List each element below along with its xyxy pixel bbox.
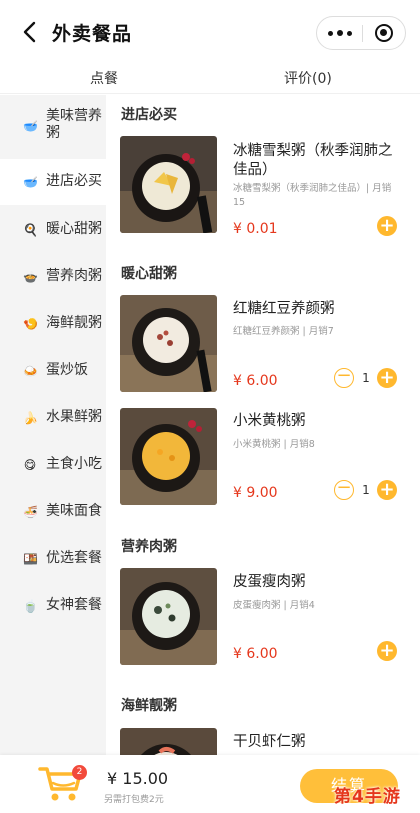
nav-bar: 外卖餐品 [0,0,420,64]
bento-icon: 🍱 [23,552,38,566]
product-list[interactable]: 进店必买 冰糖雪梨粥（秋季润肺之佳品） 冰糖雪梨粥（秋季润肺之佳品）| 月销15… [106,95,420,755]
product-price: ¥ 6.00 [233,646,278,662]
close-mini-program-button[interactable] [362,17,406,49]
product-image[interactable] [120,136,217,233]
sidebar-item-seafood-porridge[interactable]: 🍤 海鲜靓粥 [0,301,106,347]
more-dots-icon [336,30,343,36]
quantity-value: 1 [362,483,370,497]
add-to-cart-button[interactable]: + [377,480,397,500]
product-price: ¥ 9.00 [233,485,278,501]
chevron-left-icon [23,21,36,43]
sidebar-item-label: 海鲜靓粥 [46,315,102,331]
product-description: 皮蛋瘦肉粥 | 月销4 [233,600,315,611]
quantity-value: 1 [362,371,370,385]
product-image[interactable] [120,568,217,665]
yummy-face-icon: 😋 [23,458,37,472]
mini-program-capsule [316,16,406,50]
product-description: 小米黄桃粥 | 月销8 [233,439,315,450]
sidebar-item-must-buy[interactable]: 🥣 进店必买 [0,159,106,205]
more-button[interactable] [317,17,362,49]
sidebar-item-label: 进店必买 [46,173,102,189]
tab-bar: 点餐 评价(0) [0,64,420,94]
sidebar-item-label: 水果鲜粥 [46,409,102,425]
section-title: 营养肉粥 [121,539,177,555]
product-price: ¥ 0.01 [233,221,278,237]
product-name: 红糖红豆养颜粥 [233,301,335,317]
product-image[interactable] [120,728,217,755]
product-image[interactable] [120,295,217,392]
product-name: 冰糖雪梨粥（秋季润肺之佳品） [233,143,393,178]
sidebar-item-label: 主食小吃 [46,456,102,472]
sidebar-item-label: 蛋炒饭 [46,362,88,378]
sidebar-item-noodles[interactable]: 🍜 美味面食 [0,489,106,535]
sidebar-item-label: 美味营养粥 [46,108,102,141]
target-circle-icon [375,24,393,42]
sidebar-item-fried-rice[interactable]: 🍛 蛋炒饭 [0,348,106,394]
category-sidebar: 🥣 美味营养粥 🥣 进店必买 🍳 暖心甜粥 🍲 营养肉粥 🍤 海鲜靓粥 🍛 蛋炒… [0,95,106,755]
porridge-bowl-icon: 🥣 [23,175,38,189]
cart-count-badge: 2 [72,765,87,780]
sidebar-item-nutritious-porridge[interactable]: 🥣 美味营养粥 [0,95,106,155]
tea-cup-icon: 🍵 [23,599,38,613]
back-button[interactable] [18,18,44,46]
tab-reviews[interactable]: 评价(0) [284,68,332,88]
sidebar-item-sweet-porridge[interactable]: 🍳 暖心甜粥 [0,207,106,253]
pot-icon: 🍲 [23,270,38,284]
porridge-bowl-icon: 🥣 [23,119,38,133]
sidebar-item-label: 女神套餐 [46,597,102,613]
sidebar-item-goddess-combo[interactable]: 🍵 女神套餐 [0,583,106,629]
add-to-cart-button[interactable]: + [377,368,397,388]
add-to-cart-button[interactable]: + [377,641,397,661]
sidebar-item-snacks[interactable]: 😋 主食小吃 [0,442,106,488]
tab-order[interactable]: 点餐 [90,68,118,88]
sidebar-item-fruit-porridge[interactable]: 🍌 水果鲜粥 [0,395,106,441]
watermark: 第4手游 [334,787,401,807]
product-description: 冰糖雪梨粥（秋季润肺之佳品）| 月销15 [233,183,392,208]
egg-icon: 🍳 [23,223,38,237]
product-name: 小米黄桃粥 [233,413,306,429]
shrimp-icon: 🍤 [23,317,38,331]
product-name: 皮蛋瘦肉粥 [233,574,306,590]
sidebar-item-label: 暖心甜粥 [46,221,102,237]
section-title: 海鲜靓粥 [121,698,177,714]
sidebar-item-label: 营养肉粥 [46,268,102,284]
sidebar-item-combo[interactable]: 🍱 优选套餐 [0,536,106,582]
remove-from-cart-button[interactable]: − [334,367,354,388]
sidebar-item-label: 优选套餐 [46,550,102,566]
product-name: 干贝虾仁粥 [233,734,306,750]
page-title: 外卖餐品 [52,23,133,45]
cart-total: ¥ 15.00 [107,769,169,788]
more-dots-icon [327,30,333,36]
packing-fee-note: 另需打包费2元 [104,795,164,805]
noodle-bowl-icon: 🍜 [23,505,38,519]
product-description: 红糖红豆养颜粥 | 月销7 [233,326,334,337]
more-dots-icon [346,30,352,36]
remove-from-cart-button[interactable]: − [334,479,354,500]
sidebar-item-label: 美味面食 [46,503,102,519]
banana-icon: 🍌 [23,411,38,425]
sidebar-item-meat-porridge[interactable]: 🍲 营养肉粥 [0,254,106,300]
add-to-cart-button[interactable]: + [377,216,397,236]
section-title: 暖心甜粥 [121,266,177,282]
rice-plate-icon: 🍛 [23,364,38,378]
product-image[interactable] [120,408,217,505]
product-price: ¥ 6.00 [233,373,278,389]
section-title: 进店必买 [121,107,177,123]
